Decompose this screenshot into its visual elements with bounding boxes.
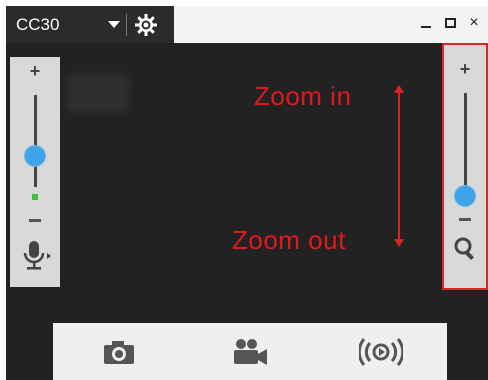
zoom-slider-knob[interactable] bbox=[454, 185, 476, 207]
zoom-out-button[interactable] bbox=[29, 219, 41, 222]
gear-icon[interactable] bbox=[133, 12, 159, 38]
camera-name: CC30 bbox=[16, 14, 60, 34]
window-controls: × bbox=[420, 14, 480, 33]
maximize-icon[interactable] bbox=[444, 14, 456, 33]
caret-right-icon bbox=[47, 253, 51, 259]
audio-level-indicator bbox=[32, 194, 38, 200]
camera-selector[interactable]: CC30 bbox=[6, 6, 174, 43]
divider bbox=[126, 13, 127, 36]
video-preview: + + Zoom in Zoom out bbox=[6, 43, 488, 380]
zoom-in-button[interactable]: + bbox=[10, 61, 60, 82]
zoom-in-annotation: Zoom in bbox=[254, 81, 352, 111]
zoom-in-button[interactable]: + bbox=[444, 59, 486, 80]
dropdown-arrow-icon[interactable] bbox=[108, 21, 120, 28]
broadcast-icon[interactable] bbox=[359, 332, 404, 372]
camera-app-window: CC30 × + + Zoom in Zoom out bbox=[6, 6, 488, 380]
right-zoom-panel: + bbox=[442, 43, 488, 290]
video-camera-icon[interactable] bbox=[228, 332, 272, 372]
video-content bbox=[66, 73, 130, 113]
microphone-icon[interactable] bbox=[20, 239, 54, 273]
minimize-icon[interactable] bbox=[420, 14, 432, 33]
arrow-down-icon bbox=[394, 239, 404, 247]
title-bar: CC30 × bbox=[6, 6, 488, 43]
magnifier-icon[interactable] bbox=[452, 235, 478, 261]
zoom-slider-track[interactable] bbox=[34, 95, 37, 187]
bottom-toolbar bbox=[53, 323, 447, 380]
zoom-out-button[interactable] bbox=[459, 218, 471, 221]
close-icon[interactable]: × bbox=[468, 14, 480, 33]
zoom-direction-line bbox=[398, 91, 400, 241]
zoom-slider-knob[interactable] bbox=[24, 145, 46, 167]
camera-icon[interactable] bbox=[97, 332, 141, 372]
zoom-out-annotation: Zoom out bbox=[232, 225, 346, 255]
left-control-panel: + bbox=[10, 57, 60, 287]
